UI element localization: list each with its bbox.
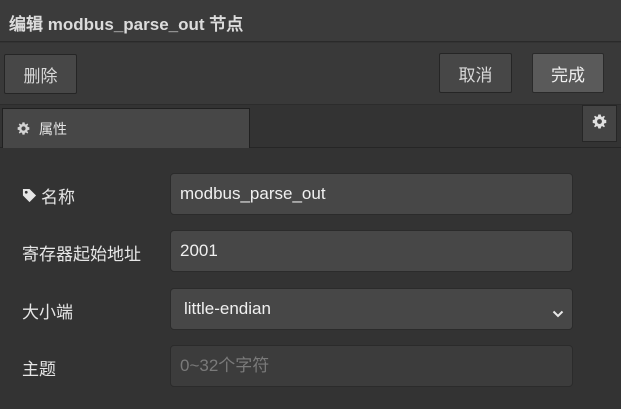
endianness-selected-value: little-endian <box>184 299 271 318</box>
dialog-title: 编辑 modbus_parse_out 节点 <box>9 15 244 34</box>
topic-label: 主题 <box>22 360 56 379</box>
node-settings-button[interactable] <box>582 105 617 142</box>
name-row: 名称 <box>0 173 621 215</box>
register-start-row: 寄存器起始地址 <box>0 230 621 272</box>
tag-icon <box>22 188 37 203</box>
topic-row: 主题 <box>0 345 621 387</box>
edit-node-dialog: 编辑 modbus_parse_out 节点 删除 取消 完成 属性 名称 mo… <box>0 0 621 409</box>
endianness-row: 大小端 little-endian <box>0 288 621 330</box>
cancel-button[interactable]: 取消 <box>439 53 512 93</box>
topic-input[interactable] <box>170 345 573 387</box>
tab-properties[interactable]: 属性 <box>2 108 250 148</box>
register-start-label: 寄存器起始地址 <box>22 245 141 264</box>
delete-button[interactable]: 删除 <box>4 54 77 94</box>
register-start-input[interactable] <box>170 230 573 272</box>
tab-properties-label: 属性 <box>39 120 67 137</box>
name-label-wrap: 名称 <box>22 183 75 208</box>
properties-form: 名称 寄存器起始地址 大小端 little-endian 主题 <box>0 148 621 409</box>
tab-strip: 属性 <box>0 105 621 148</box>
dialog-title-bar: 编辑 modbus_parse_out 节点 <box>0 0 621 42</box>
dialog-toolbar: 删除 取消 完成 <box>0 43 621 105</box>
chevron-down-icon <box>552 304 564 318</box>
endianness-label: 大小端 <box>22 303 73 322</box>
endianness-select[interactable]: little-endian <box>170 288 573 330</box>
gear-icon <box>17 122 30 135</box>
done-button[interactable]: 完成 <box>532 53 604 93</box>
gear-icon <box>592 113 607 134</box>
name-label: 名称 <box>41 188 75 207</box>
name-input[interactable] <box>170 173 573 215</box>
